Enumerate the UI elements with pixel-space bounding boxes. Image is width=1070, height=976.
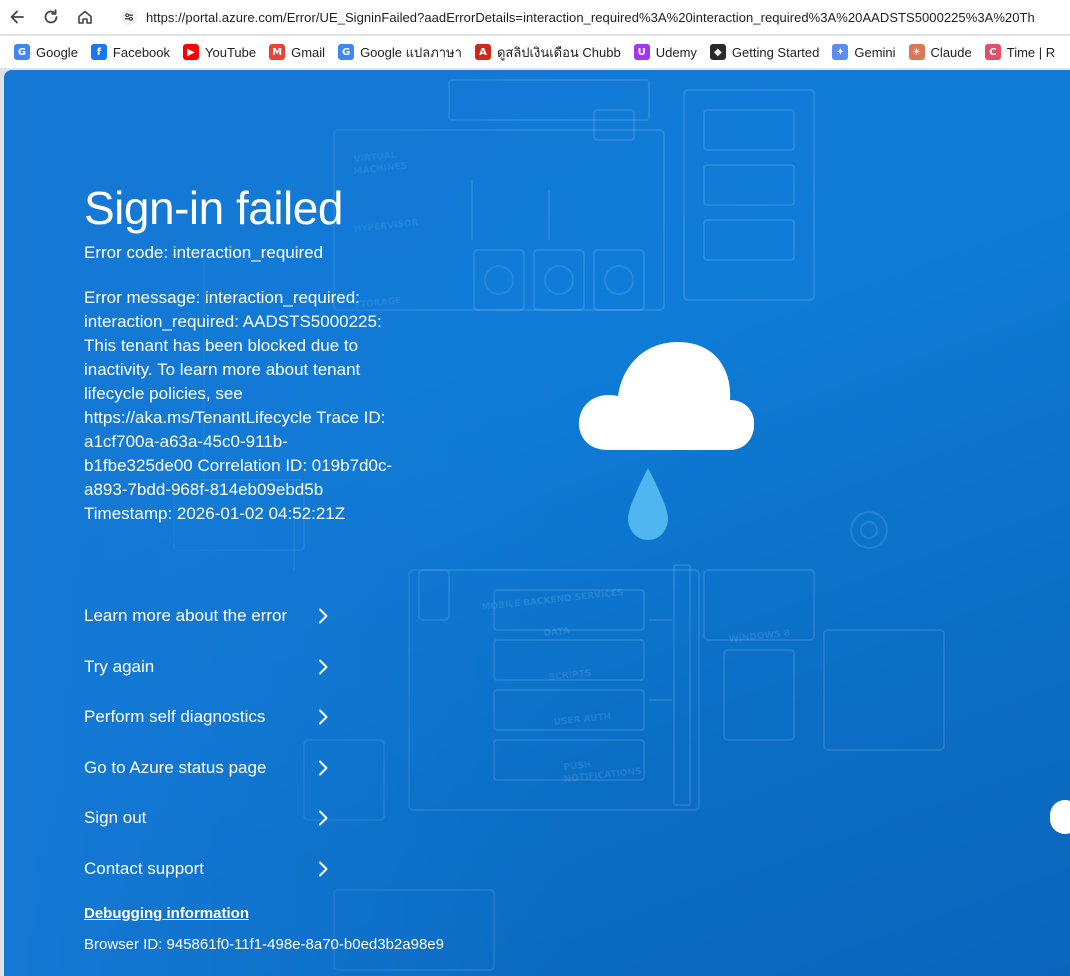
bookmark-label: Time | R	[1006, 44, 1056, 60]
address-bar[interactable]: https://portal.azure.com/Error/UE_Signin…	[112, 3, 1070, 31]
bookmark-label: Getting Started	[731, 44, 820, 60]
youtube-icon: ▶	[183, 44, 200, 60]
chevron-right-icon	[316, 860, 330, 878]
google-icon: G	[14, 44, 30, 60]
bookmark-item[interactable]: f Facebook	[87, 39, 179, 65]
bookmark-label: YouTube	[205, 44, 257, 60]
home-icon	[78, 10, 92, 24]
bookmark-label: Udemy	[655, 44, 697, 60]
browser-toolbar: https://portal.azure.com/Error/UE_Signin…	[0, 0, 1070, 34]
error-message: Error message: interaction_required: int…	[84, 288, 393, 523]
action-link[interactable]: Contact support	[84, 844, 334, 895]
reload-icon	[44, 9, 58, 24]
error-code: Error code: interaction_required	[84, 243, 324, 262]
site-info-icon[interactable]	[118, 6, 140, 28]
action-link[interactable]: Sign out	[84, 793, 334, 844]
bookmark-item[interactable]: A ดูสลิปเงินเดือน Chubb	[471, 39, 630, 65]
action-link-label: Learn more about the error	[84, 606, 288, 626]
bookmark-label: Gmail	[291, 44, 326, 60]
bookmark-label: Claude	[930, 44, 972, 60]
gemini-icon: ✦	[832, 44, 849, 60]
bookmark-item[interactable]: ◆ Getting Started	[706, 39, 828, 65]
getting-started-icon: ◆	[709, 44, 726, 60]
chevron-right-icon	[316, 708, 330, 726]
home-button[interactable]	[68, 0, 102, 34]
bookmark-item[interactable]: ✳ Claude	[905, 39, 981, 65]
chevron-right-icon	[316, 658, 330, 676]
bookmark-label: ดูสลิปเงินเดือน Chubb	[496, 44, 621, 60]
action-link[interactable]: Try again	[84, 642, 334, 693]
error-content: Sign-in failed Error code: interaction_r…	[84, 178, 404, 526]
debugging-information-link[interactable]: Debugging information	[84, 905, 249, 922]
bookmark-label: Gemini	[854, 44, 896, 60]
bookmark-item[interactable]: U Udemy	[630, 39, 706, 65]
svg-text:PUSH: PUSH	[563, 760, 592, 773]
action-link-label: Try again	[84, 656, 155, 676]
claude-icon: ✳	[908, 44, 925, 60]
bookmark-item[interactable]: M Gmail	[265, 39, 334, 65]
gmail-icon: M	[269, 44, 286, 60]
time-icon: C	[984, 44, 1001, 60]
action-links: Learn more about the error Try again Perfo…	[84, 591, 334, 894]
action-link[interactable]: Perform self diagnostics	[84, 692, 334, 743]
error-page: VIRTUAL MACHINES HYPERVISOR STORAGE MOBI…	[4, 70, 1070, 976]
action-link-label: Perform self diagnostics	[84, 707, 266, 727]
url-text[interactable]: https://portal.azure.com/Error/UE_Signin…	[140, 10, 1035, 25]
bookmark-label: Facebook	[112, 44, 171, 60]
action-link-label: Contact support	[84, 858, 205, 878]
chevron-right-icon	[316, 809, 330, 827]
cloud-rain-icon	[578, 342, 754, 540]
facebook-icon: f	[90, 44, 107, 60]
bookmark-item[interactable]: G Google แปลภาษา	[334, 39, 471, 65]
page-title: Sign-in failed	[84, 182, 343, 234]
adp-icon: A	[474, 44, 491, 60]
bookmark-item[interactable]: ▶ YouTube	[179, 39, 265, 65]
bookmark-item[interactable]: ✦ Gemini	[828, 39, 904, 65]
action-link-label: Go to Azure status page	[84, 757, 267, 777]
back-button[interactable]	[0, 0, 34, 34]
bookmark-item[interactable]: G Google	[10, 39, 87, 65]
action-link[interactable]: Go to Azure status page	[84, 743, 334, 794]
udemy-icon: U	[633, 44, 650, 60]
bookmark-item[interactable]: C Time | R	[981, 39, 1064, 65]
chevron-right-icon	[316, 759, 330, 777]
bookmark-label: Google	[36, 44, 78, 60]
svg-text:WINDOWS 8: WINDOWS 8	[728, 629, 790, 645]
action-link[interactable]: Learn more about the error	[84, 591, 334, 642]
back-arrow-icon	[10, 10, 24, 24]
reload-button[interactable]	[34, 0, 68, 34]
google-translate-icon: G	[338, 44, 355, 60]
action-link-label: Sign out	[84, 808, 147, 828]
chevron-right-icon	[316, 607, 330, 625]
browser-id: Browser ID: 945861f0-11f1-498e-8a70-b0ed…	[84, 936, 444, 953]
feedback-tab[interactable]	[1050, 800, 1070, 834]
bookmark-label: Google แปลภาษา	[360, 44, 462, 60]
bookmarks-bar: G Google f Facebook ▶ YouTube M Gmail G Google แป…	[0, 36, 1070, 68]
